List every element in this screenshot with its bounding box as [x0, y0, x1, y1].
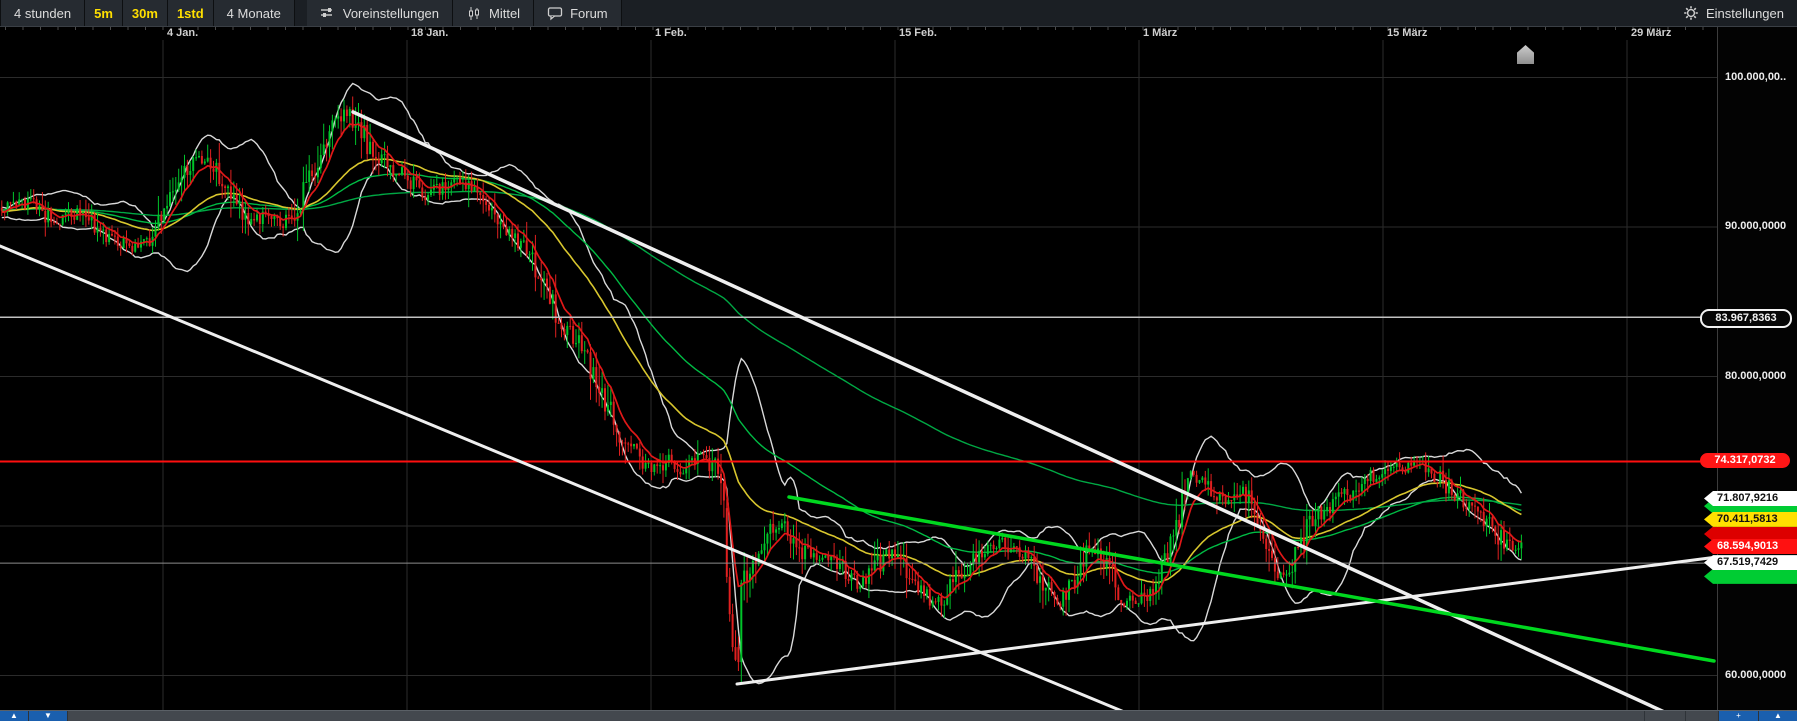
price-chart-canvas[interactable] [0, 0, 1797, 721]
scroll-right-button[interactable]: ▼ [29, 711, 67, 721]
scroll-left-button[interactable]: ▲ [0, 711, 28, 721]
scrollbar-track[interactable] [68, 711, 1644, 721]
price-axis[interactable]: 100.000,00.. 90.000,0000 80.000,0000 60.000… [1717, 26, 1797, 710]
speech-bubble-icon [547, 5, 563, 21]
quick-timeframe-30m[interactable]: 30m [123, 0, 168, 26]
trading-platform-window: { "toolbar": { "timeframe_button": "4 st… [0, 0, 1797, 721]
timeframe-button[interactable]: 4 stunden [0, 0, 85, 26]
arrow-up-glyph: ▲ [1774, 711, 1782, 720]
scroll-left-glyph: ▲ [10, 711, 18, 720]
scroll-end-button[interactable]: ▲ [1759, 711, 1797, 721]
indicators-button[interactable]: Mittel [453, 0, 534, 26]
scroll-right-glyph: ▼ [44, 711, 52, 720]
toolbar-spacer [622, 0, 1670, 26]
gear-icon [1683, 5, 1699, 21]
date-label: 1 Feb. [655, 27, 687, 39]
scrollbar-segment[interactable] [1686, 711, 1718, 721]
sliders-icon [320, 5, 336, 21]
top-toolbar: 4 stunden 5m 30m 1std 4 Monate Voreinste… [0, 0, 1797, 27]
date-label: 15 März [1387, 27, 1427, 39]
candlestick-icon [466, 5, 482, 21]
price-label: 90.000,0000 [1725, 220, 1786, 232]
plus-glyph: + [1736, 711, 1741, 720]
date-label: 1 März [1143, 27, 1177, 39]
range-button[interactable]: 4 Monate [214, 0, 295, 26]
price-label: 100.000,00.. [1725, 71, 1786, 83]
settings-button[interactable]: Einstellungen [1670, 0, 1797, 26]
timeframe-label: 4 stunden [14, 6, 71, 21]
quick-timeframe-1std[interactable]: 1std [168, 0, 214, 26]
date-label: 29 März [1631, 27, 1671, 39]
date-label: 15 Feb. [899, 27, 937, 39]
quick-timeframe-5m[interactable]: 5m [85, 0, 123, 26]
forum-button[interactable]: Forum [534, 0, 622, 26]
scrollbar-segment[interactable] [1645, 711, 1685, 721]
date-axis: 4 Jan. 18 Jan. 1 Feb. 15 Feb. 1 März 15 März 2… [0, 26, 1717, 40]
price-label: 80.000,0000 [1725, 370, 1786, 382]
price-label: 60.000,0000 [1725, 669, 1786, 681]
bottom-scrollbar[interactable]: ▲ ▼ + ▲ [0, 710, 1797, 721]
date-label: 4 Jan. [167, 27, 198, 39]
zoom-in-button[interactable]: + [1719, 711, 1758, 721]
date-label: 18 Jan. [411, 27, 448, 39]
presets-button[interactable]: Voreinstellungen [307, 0, 453, 26]
